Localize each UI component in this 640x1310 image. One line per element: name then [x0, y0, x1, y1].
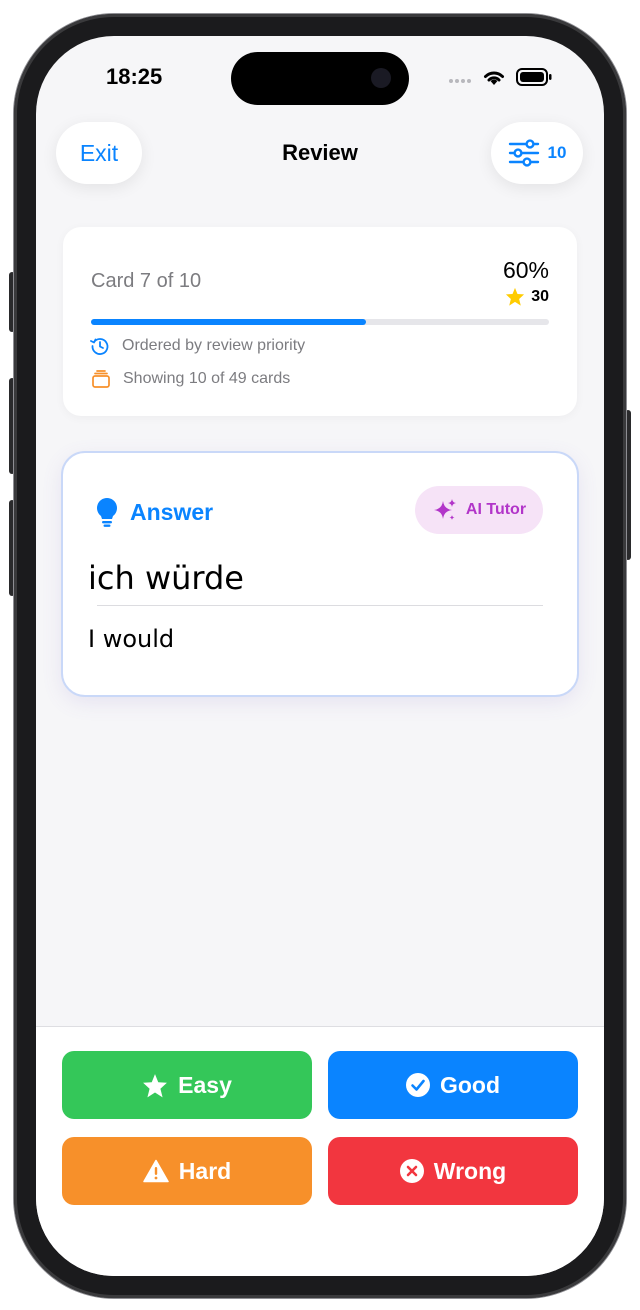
x-circle-icon: [399, 1159, 424, 1183]
app-screen: 18:25 Exit Review 10 Card 7 of 10 60% 30…: [36, 36, 604, 1276]
good-button[interactable]: Good: [328, 1051, 578, 1119]
sliders-icon: [508, 139, 539, 167]
filter-settings-button[interactable]: 10: [491, 122, 583, 184]
answer-heading-row: Answer: [96, 497, 213, 527]
easy-button[interactable]: Easy: [62, 1051, 312, 1119]
hard-label: Hard: [178, 1157, 232, 1184]
order-note-row: Ordered by review priority: [90, 336, 305, 356]
progress-card: Card 7 of 10 60% 30 Ordered by review pr…: [63, 227, 577, 416]
answer-heading: Answer: [130, 498, 214, 525]
wrong-label: Wrong: [433, 1157, 507, 1184]
progress-bar-track: [91, 319, 549, 325]
sparkles-icon: [433, 499, 456, 520]
lightbulb-icon: [97, 498, 117, 527]
status-time: 18:25: [106, 64, 163, 89]
answer-term: ich würde: [88, 559, 244, 597]
cellular-signal-icon: [449, 79, 471, 83]
showing-note-row: Showing 10 of 49 cards: [91, 369, 290, 389]
order-note: Ordered by review priority: [122, 337, 306, 354]
warning-triangle-icon: [143, 1159, 169, 1183]
star-count-group: 30: [505, 287, 549, 306]
card-counter: Card 7 of 10: [91, 270, 202, 292]
answer-card: Answer AI Tutor ich würde I would: [61, 451, 579, 697]
good-label: Good: [439, 1071, 501, 1098]
status-indicators: [448, 68, 552, 86]
showing-note: Showing 10 of 49 cards: [123, 370, 291, 387]
wifi-icon: [484, 71, 504, 85]
wrong-button[interactable]: Wrong: [328, 1137, 578, 1205]
progress-percent: 60%: [502, 257, 549, 283]
easy-label: Easy: [178, 1071, 232, 1098]
ai-tutor-label: AI Tutor: [465, 501, 527, 518]
hard-button[interactable]: Hard: [62, 1137, 312, 1205]
action-panel: Easy Good Hard Wrong: [36, 1026, 604, 1276]
battery-icon: [516, 68, 552, 86]
history-clock-icon: [90, 338, 109, 355]
star-icon: [506, 287, 525, 306]
star-icon: [143, 1073, 168, 1097]
checkmark-circle-icon: [405, 1073, 430, 1097]
star-count: 30: [531, 287, 549, 305]
filter-count: 10: [547, 143, 567, 162]
ai-tutor-button[interactable]: AI Tutor: [415, 486, 543, 534]
answer-translation: I would: [88, 625, 175, 653]
dynamic-island: [231, 52, 409, 105]
answer-divider: [97, 605, 543, 606]
camera-icon: [371, 68, 391, 88]
progress-bar-fill: [91, 319, 366, 325]
card-stack-icon: [92, 370, 110, 388]
